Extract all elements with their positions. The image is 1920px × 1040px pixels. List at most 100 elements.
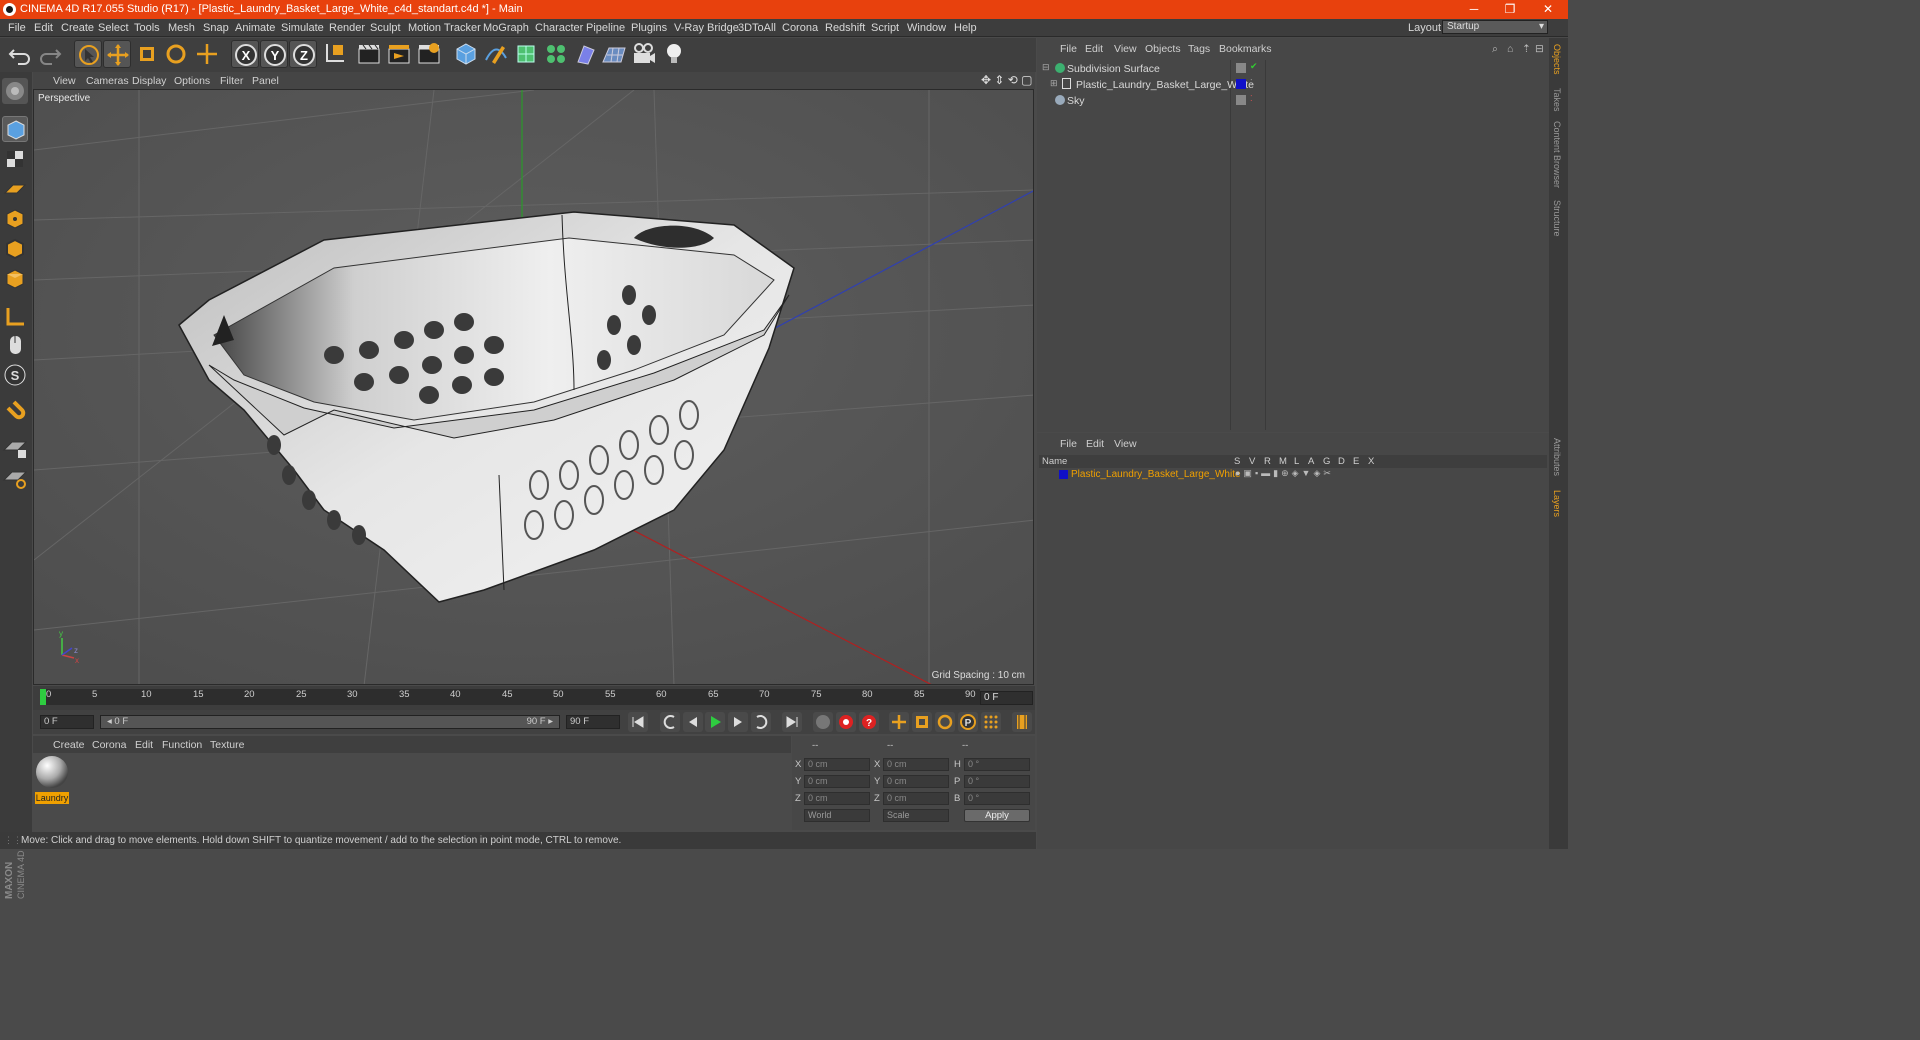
viewport-navigation-icons[interactable]: ✥ ⇕ ⟲ ▢ [981,73,1033,87]
column-locked[interactable]: L [1294,456,1299,467]
render-view-button[interactable] [355,40,383,68]
menu-animate[interactable]: Animate [235,22,275,34]
rotation-h-field[interactable]: 0 ° [964,758,1030,771]
key-position-button[interactable] [889,712,909,732]
menu-select[interactable]: Select [98,22,129,34]
key-rotation-button[interactable] [935,712,955,732]
perspective-viewport[interactable]: y z x Perspective Grid Spacing : 10 cm [33,89,1034,685]
position-z-field[interactable]: 0 cm [804,792,870,805]
move-tool-button[interactable] [103,40,131,68]
menu-render[interactable]: Render [329,22,365,34]
axis-mode-button[interactable] [2,304,28,330]
size-y-field[interactable]: 0 cm [883,775,949,788]
make-editable-button[interactable] [2,78,28,104]
z-axis-lock-button[interactable]: Z [289,40,317,68]
viewport-menu-options[interactable]: Options [174,75,210,87]
tab-structure[interactable]: Structure [1552,200,1562,237]
material-menu-corona[interactable]: Corona [92,739,126,751]
layers-menu-view[interactable]: View [1114,438,1137,450]
render-settings-button[interactable] [415,40,443,68]
objects-menu-edit[interactable]: Edit [1085,43,1103,55]
autokey-button[interactable] [836,712,856,732]
menu-vray-bridge[interactable]: V-Ray Bridge [674,22,739,34]
expand-toggle-icon[interactable]: ⊞ [1050,78,1058,89]
tab-takes[interactable]: Takes [1552,88,1562,112]
keyframe-selection-button[interactable]: ? [859,712,879,732]
size-x-field[interactable]: 0 cm [883,758,949,771]
play-button[interactable] [705,712,725,732]
rotation-p-field[interactable]: 0 ° [964,775,1030,788]
add-light-button[interactable] [660,40,688,68]
add-cube-button[interactable] [452,40,480,68]
material-menu-function[interactable]: Function [162,739,202,751]
size-mode-dropdown[interactable]: Scale [883,809,949,822]
layer-row[interactable]: Plastic_Laundry_Basket_Large_White ●▣▪▬▮… [1039,468,1547,482]
timeline-window-button[interactable] [1012,712,1032,732]
column-view[interactable]: V [1249,456,1255,467]
workplane-lock-button[interactable] [2,436,28,462]
viewport-menu-panel[interactable]: Panel [252,75,279,87]
add-camera-button[interactable] [630,40,658,68]
menu-motion-tracker[interactable]: Motion Tracker [408,22,481,34]
objects-menu-tags[interactable]: Tags [1188,43,1210,55]
apply-button[interactable]: Apply [964,809,1030,822]
prev-key-button[interactable] [660,712,680,732]
add-spline-button[interactable] [482,40,510,68]
object-row-sky[interactable]: Sky ⁚ [1040,93,1546,108]
column-render[interactable]: R [1264,456,1271,467]
visibility-dots-icon[interactable]: ⁚ [1250,94,1253,103]
menu-redshift[interactable]: Redshift [825,22,865,34]
search-icon[interactable]: ⌕ [1492,43,1498,56]
workplane-rotate-button[interactable] [2,466,28,492]
menu-pipeline[interactable]: Pipeline [586,22,625,34]
objects-menu-view[interactable]: View [1114,43,1137,55]
position-x-field[interactable]: 0 cm [804,758,870,771]
column-manager[interactable]: M [1279,456,1287,467]
viewport-menu-view[interactable]: View [53,75,76,87]
render-to-picture-viewer-button[interactable] [385,40,413,68]
tab-attributes[interactable]: Attributes [1552,438,1562,476]
tweak-mode-button[interactable] [2,332,28,358]
column-expressions[interactable]: E [1353,456,1359,467]
add-environment-button[interactable] [600,40,628,68]
menu-simulate[interactable]: Simulate [281,22,324,34]
viewport-menu-filter[interactable]: Filter [220,75,243,87]
layer-color-swatch[interactable] [1236,79,1246,89]
menu-create[interactable]: Create [61,22,94,34]
go-to-end-button[interactable] [782,712,802,732]
timeline-ruler[interactable]: 0 5 10 15 20 25 30 35 40 45 50 55 60 65 … [33,686,1035,710]
object-row-plastic-laundry-basket[interactable]: ⊞ Plastic_Laundry_Basket_Large_White ⁚ [1040,77,1546,92]
menu-mograph[interactable]: MoGraph [483,22,529,34]
model-mode-button[interactable] [2,116,28,142]
add-subdivision-button[interactable] [512,40,540,68]
column-deformers[interactable]: D [1338,456,1345,467]
visibility-dots-icon[interactable]: ⁚ [1250,78,1253,87]
position-y-field[interactable]: 0 cm [804,775,870,788]
key-scale-button[interactable] [912,712,932,732]
coordinate-system-button[interactable] [320,40,348,68]
magnet-button[interactable] [2,400,28,426]
column-animation[interactable]: A [1308,456,1314,467]
menu-edit[interactable]: Edit [34,22,53,34]
material-menu-texture[interactable]: Texture [210,739,244,751]
redo-button[interactable] [36,40,64,68]
material-swatch[interactable]: Laundry [35,755,69,804]
frame-range-slider[interactable]: ◂ 0 F 90 F ▸ [100,715,560,729]
end-frame-field[interactable]: 90 F [566,715,620,729]
objects-menu-file[interactable]: File [1060,43,1077,55]
undo-button[interactable] [6,40,34,68]
up-arrow-icon[interactable]: ⇡ [1522,43,1531,55]
y-axis-lock-button[interactable]: Y [260,40,288,68]
snap-button[interactable]: S [2,362,28,388]
frame-ruler[interactable]: 0 5 10 15 20 25 30 35 40 45 50 55 60 65 … [40,689,980,705]
tab-objects[interactable]: Objects [1552,44,1562,75]
restore-button[interactable]: ❐ [1492,0,1528,19]
viewport-menu-display[interactable]: Display [132,75,166,87]
start-frame-field[interactable]: 0 F [40,715,94,729]
material-menu-edit[interactable]: Edit [135,739,153,751]
menu-character[interactable]: Character [535,22,583,34]
transform-tool-button[interactable] [193,40,221,68]
collapse-icon[interactable]: ⊟ [1535,43,1544,55]
layers-menu-file[interactable]: File [1060,438,1077,450]
live-selection-button[interactable] [74,40,102,68]
